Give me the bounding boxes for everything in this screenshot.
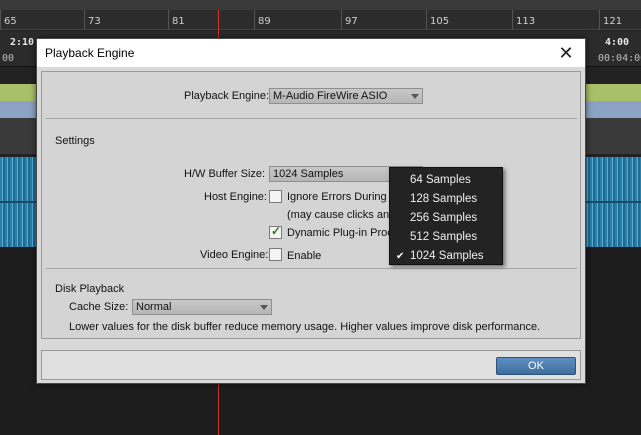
buffer-size-menu: 64 Samples 128 Samples 256 Samples 512 S… <box>389 167 503 265</box>
ruler-tick: 89 <box>254 10 271 30</box>
chevron-down-icon <box>411 94 419 99</box>
menu-item-label: 1024 Samples <box>410 250 484 262</box>
dialog-titlebar[interactable]: Playback Engine ✕ <box>37 39 585 67</box>
ok-button[interactable]: OK <box>496 357 576 375</box>
menu-item-label: 256 Samples <box>410 212 478 224</box>
close-icon[interactable]: ✕ <box>555 42 577 64</box>
playback-engine-label: Playback Engine: <box>184 90 269 102</box>
menu-item-64-samples[interactable]: 64 Samples <box>390 171 502 190</box>
ignore-errors-checkbox[interactable] <box>269 190 282 203</box>
video-enable-label: Enable <box>287 250 322 262</box>
playback-engine-value: M-Audio FireWire ASIO <box>273 90 388 102</box>
ignore-errors-label: Ignore Errors During I <box>287 191 393 203</box>
menu-item-label: 512 Samples <box>410 231 478 243</box>
menu-item-512-samples[interactable]: 512 Samples <box>390 228 502 247</box>
settings-heading: Settings <box>55 135 95 147</box>
playback-engine-dialog: Playback Engine ✕ Playback Engine: M-Aud… <box>36 38 586 384</box>
dynamic-plugin-label: Dynamic Plug-in Proce <box>287 227 399 239</box>
ruler-tick: 73 <box>84 10 101 30</box>
ruler-tick: 65 <box>0 10 17 30</box>
dialog-footer: OK <box>41 350 581 380</box>
video-engine-label: Video Engine: <box>200 249 269 261</box>
playback-engine-select[interactable]: M-Audio FireWire ASIO <box>269 88 423 104</box>
timecode-left-sub: 00 <box>2 53 15 64</box>
menu-item-1024-samples[interactable]: ✔ 1024 Samples <box>390 247 502 266</box>
divider <box>46 118 577 119</box>
disk-playback-heading: Disk Playback <box>55 283 125 295</box>
buffer-size-value: 1024 Samples <box>273 168 344 180</box>
video-enable-checkbox[interactable] <box>269 248 282 261</box>
ruler-tick: 105 <box>425 10 450 30</box>
dialog-title: Playback Engine <box>45 46 135 60</box>
cache-size-value: Normal <box>136 301 172 313</box>
ruler-tick: 113 <box>511 10 536 30</box>
timecode-left: 2:10 <box>10 37 35 48</box>
menu-item-label: 64 Samples <box>410 174 471 186</box>
host-engine-label: Host Engine: <box>204 191 267 203</box>
dynamic-plugin-checkbox[interactable] <box>269 224 282 239</box>
disk-buffer-note: Lower values for the disk buffer reduce … <box>69 321 541 333</box>
timecode-right-sub: 00:04:00 <box>598 53 641 64</box>
cache-size-select[interactable]: Normal <box>132 299 272 315</box>
buffer-size-label: H/W Buffer Size: <box>184 168 266 180</box>
checkmark-icon: ✔ <box>396 251 405 262</box>
cache-size-label: Cache Size: <box>69 301 129 313</box>
menu-item-256-samples[interactable]: 256 Samples <box>390 209 502 228</box>
ignore-errors-note: (may cause clicks an <box>287 209 390 221</box>
ruler-tick: 121 <box>598 10 623 30</box>
ruler-tick: 81 <box>168 10 185 30</box>
divider <box>46 268 577 269</box>
timecode-right: 4:00 <box>605 37 630 48</box>
menu-item-label: 128 Samples <box>410 193 478 205</box>
ruler-tick: 97 <box>341 10 358 30</box>
bar-ruler[interactable]: 65 73 81 89 97 105 113 121 <box>0 10 641 30</box>
menu-item-128-samples[interactable]: 128 Samples <box>390 190 502 209</box>
chevron-down-icon <box>260 305 268 310</box>
ruler-strip <box>0 0 641 10</box>
